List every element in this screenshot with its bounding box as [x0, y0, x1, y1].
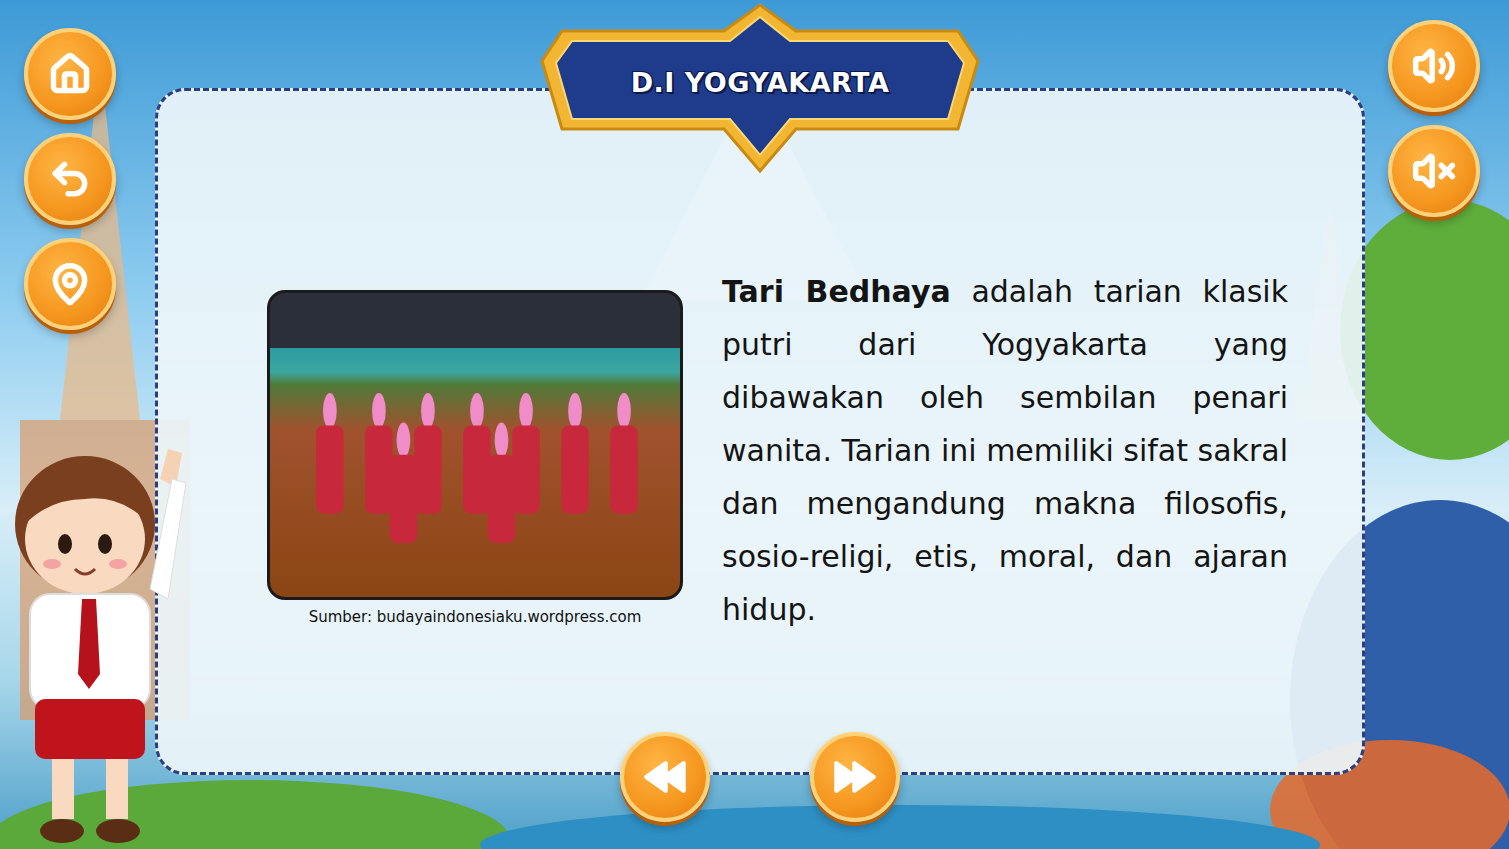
dance-photo [267, 290, 683, 600]
sound-on-button[interactable] [1388, 20, 1480, 112]
location-pin-icon [48, 262, 92, 306]
content-card: D.I YOGYAKARTASumber: budayaindonesiaku.… [155, 88, 1365, 775]
next-button[interactable] [810, 732, 900, 822]
page-navigation [620, 732, 900, 822]
fast-forward-icon [828, 755, 882, 799]
rewind-icon [638, 755, 692, 799]
speaker-icon [1412, 44, 1456, 88]
back-arrow-icon [48, 157, 92, 201]
term-highlight: Tari Bedhaya [722, 274, 951, 309]
game-screen: D.I YOGYAKARTA Sumber: budayaindonesiaku.… [0, 0, 1509, 849]
previous-button[interactable] [620, 732, 710, 822]
home-button[interactable] [24, 28, 116, 120]
home-icon [48, 52, 92, 96]
description-text: Tari Bedhaya adalah tarian klasik putri … [722, 265, 1288, 636]
banner-title: D.I YOGYAKARTA [631, 67, 890, 98]
student-character-icon [0, 439, 205, 849]
map-button[interactable] [24, 238, 116, 330]
photo-caption: Sumber: budayaindonesiaku.wordpress.com [309, 608, 642, 626]
sound-menu [1365, 0, 1509, 849]
mute-button[interactable] [1388, 125, 1480, 217]
photo-figure: Sumber: budayaindonesiaku.wordpress.com [267, 290, 683, 626]
title-banner: D.I YOGYAKARTA [538, 3, 982, 173]
mute-icon [1412, 149, 1456, 193]
card-area: D.I YOGYAKARTA Sumber: budayaindonesiaku.… [155, 0, 1365, 849]
back-button[interactable] [24, 133, 116, 225]
dancers-icon [270, 293, 680, 597]
